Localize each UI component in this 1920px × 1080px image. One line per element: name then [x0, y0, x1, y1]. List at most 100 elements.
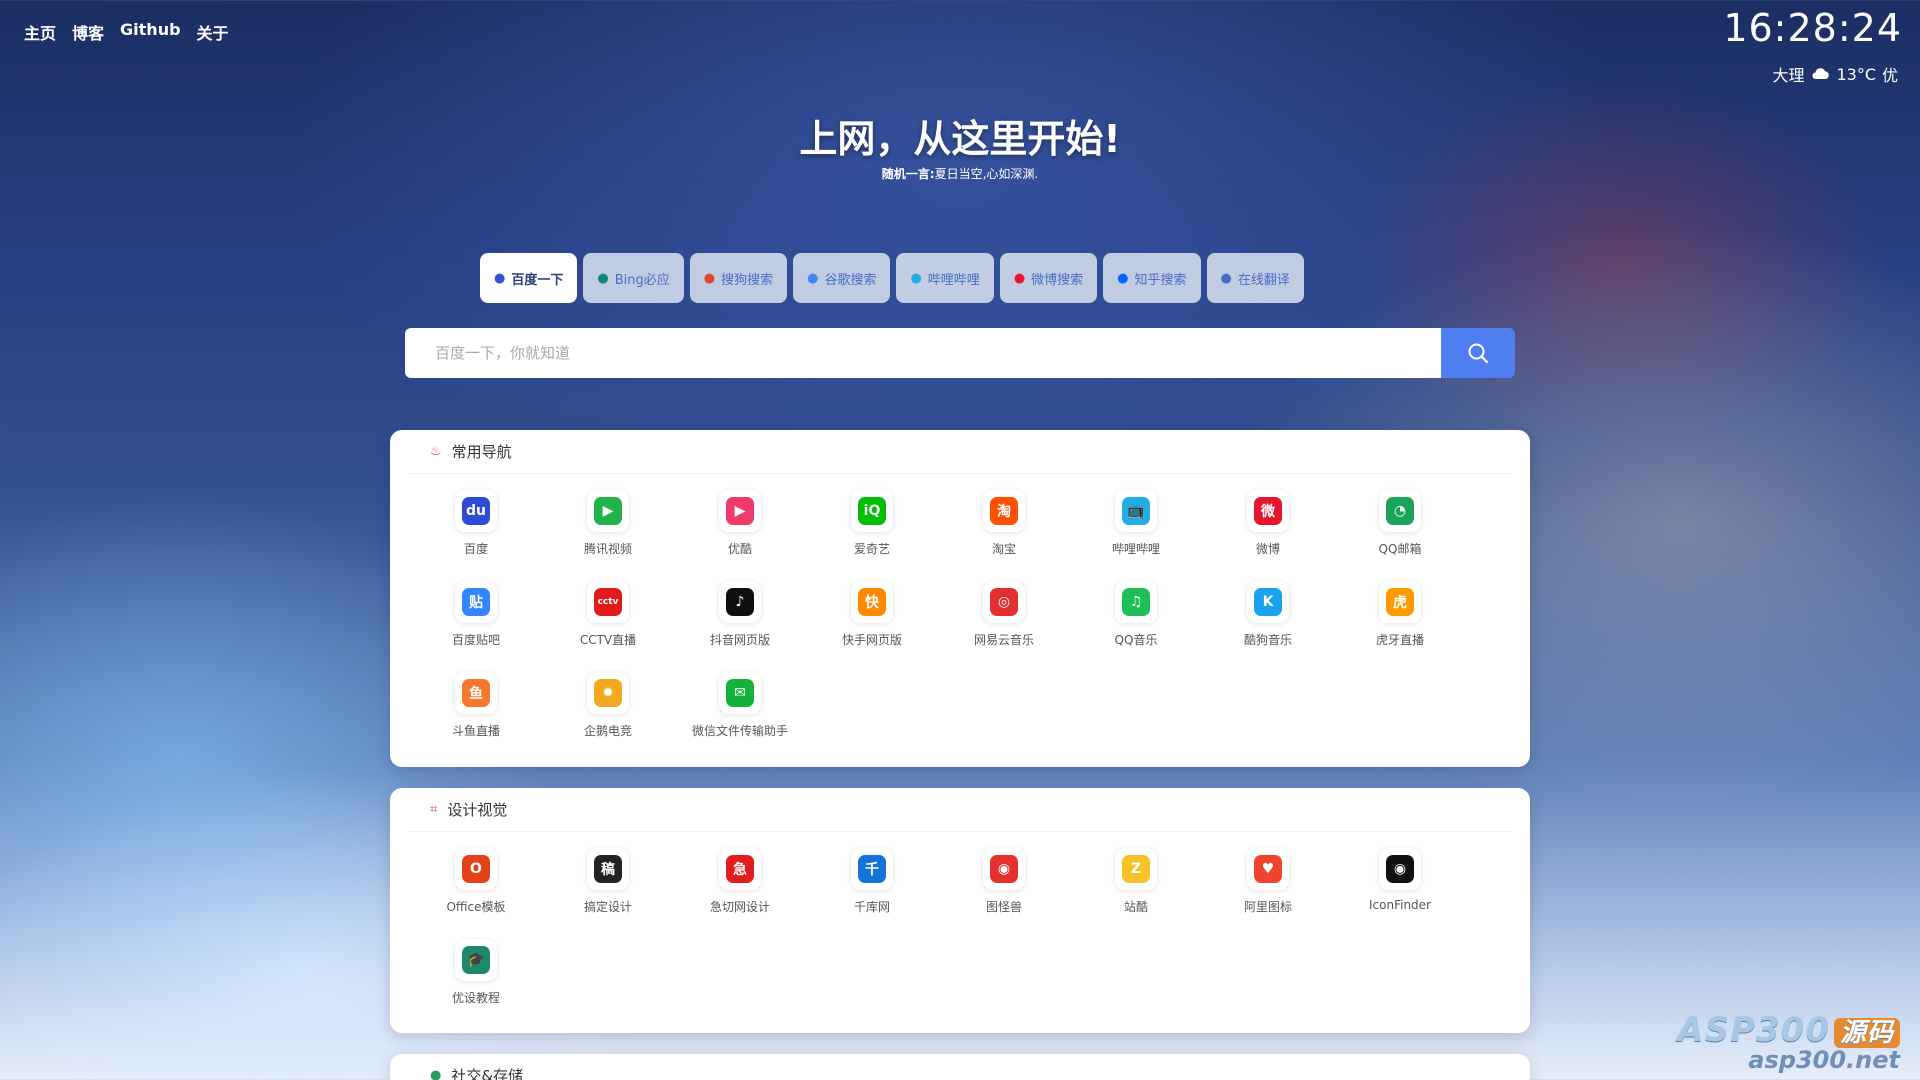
site-link[interactable]: 🎓 优设教程: [410, 933, 542, 1024]
site-label: 酷狗音乐: [1243, 633, 1292, 647]
site-link[interactable]: du 百度: [410, 484, 542, 575]
site-label: 斗鱼直播: [451, 724, 500, 738]
site-link[interactable]: 淘淘宝: [938, 484, 1070, 575]
site-link[interactable]: 千千库网: [806, 842, 938, 933]
youku-icon: ▶: [719, 490, 761, 532]
site-link[interactable]: ♫ QQ音乐: [1070, 575, 1202, 666]
graduation-cap-icon: 🎓: [455, 939, 497, 981]
site-link[interactable]: ◎ 网易云音乐: [938, 575, 1070, 666]
site-link[interactable]: ♪ 抖音网页版: [674, 575, 806, 666]
qq-mail-icon: ◔: [1379, 490, 1421, 532]
site-link[interactable]: 虎虎牙直播: [1334, 575, 1466, 666]
engine-tab-0[interactable]: ● 百度一下: [480, 253, 578, 303]
quote-text: 夏日当空,心如深渊.: [934, 167, 1039, 181]
engine-tab-7[interactable]: ● 在线翻译: [1206, 253, 1304, 303]
site-link[interactable]: 稿搞定设计: [542, 842, 674, 933]
netease-music-icon: ◎: [983, 581, 1025, 623]
bilibili-icon: ●: [910, 270, 922, 286]
site-label: 淘宝: [991, 542, 1016, 556]
cloud-icon: [1812, 68, 1830, 79]
site-label: 爱奇艺: [853, 542, 890, 556]
engine-tab-label: 知乎搜索: [1134, 272, 1187, 288]
engine-tab-label: Bing必应: [614, 272, 670, 288]
site-link[interactable]: ▶ 腾讯视频: [542, 484, 674, 575]
iconfont-icon: ♥: [1247, 848, 1289, 890]
weather-aqi: 优: [1881, 66, 1898, 85]
site-link[interactable]: ▶ 优酷: [674, 484, 806, 575]
section-social-storage: ● 社交&存储: [390, 1054, 1530, 1080]
site-link[interactable]: iQ 爱奇艺: [806, 484, 938, 575]
section-common-nav: ♨ 常用导航 du 百度 ▶ 腾讯视频 ▶ 优酷 iQ 爱奇艺 淘淘宝 📺 哔哩哔哩 微微博 ◔ QQ邮箱贴百…: [390, 430, 1530, 767]
site-label: 优酷: [727, 542, 752, 556]
iqiyi-icon: iQ: [851, 490, 893, 532]
baidu-icon: ●: [494, 270, 506, 286]
section-design: ⌗ 设计视觉 O Office模板稿搞定设计急急切网设计千千库网 ◉ 图怪兽 Z 站酷 ♥ 阿里图…: [390, 788, 1530, 1033]
quote-prefix: 随机一言:: [881, 167, 935, 181]
site-label: 企鹅电竞: [583, 724, 632, 738]
site-link[interactable]: ♥ 阿里图标: [1202, 842, 1334, 933]
site-label: 百度贴吧: [451, 633, 500, 647]
engine-tab-2[interactable]: ● 搜狗搜索: [689, 253, 788, 303]
engine-tab-4[interactable]: ● 哔哩哔哩: [896, 253, 994, 303]
tieba-icon: 贴: [455, 581, 497, 623]
search-button[interactable]: [1441, 328, 1515, 378]
watermark: ASP300 源码 asp300.net: [1677, 1010, 1900, 1074]
engine-tab-label: 在线翻译: [1237, 272, 1290, 288]
qq-music-icon: ♫: [1115, 581, 1157, 623]
search-engine-tabs: ● 百度一下 ● Bing必应 ● 搜狗搜索 ● 谷歌搜索 ● 哔哩哔哩 ● 微博搜索 ● 知乎搜索 ● 在线…: [480, 253, 1304, 303]
site-link[interactable]: cctv CCTV直播: [542, 575, 674, 666]
engine-tab-label: 哔哩哔哩: [927, 272, 980, 288]
site-label: 腾讯视频: [583, 542, 632, 556]
weather-widget: 大理 13°C 优: [1772, 62, 1898, 86]
site-label: 优设教程: [451, 991, 500, 1005]
chat-icon: ●: [430, 1068, 442, 1080]
engine-tab-5[interactable]: ● 微博搜索: [999, 253, 1098, 303]
penguin-esports-icon: ✹: [587, 672, 629, 714]
bilibili-icon: 📺: [1115, 490, 1157, 532]
site-link[interactable]: 急急切网设计: [674, 842, 806, 933]
site-label: 图怪兽: [985, 900, 1022, 914]
site-label: 百度: [463, 542, 488, 556]
site-link[interactable]: Z 站酷: [1070, 842, 1202, 933]
section-title: 设计视觉: [447, 801, 508, 819]
fire-icon: ♨: [430, 444, 442, 459]
jiqie-icon: 急: [719, 848, 761, 890]
nav-blog[interactable]: 博客: [72, 20, 104, 44]
site-link[interactable]: 快快手网页版: [806, 575, 938, 666]
site-link[interactable]: 微微博: [1202, 484, 1334, 575]
weibo-icon: 微: [1247, 490, 1289, 532]
engine-tab-6[interactable]: ● 知乎搜索: [1103, 253, 1201, 303]
site-label: 站酷: [1123, 900, 1148, 914]
818ps-icon: ◉: [983, 848, 1025, 890]
engine-tab-label: 微博搜索: [1031, 272, 1084, 288]
search-icon: [1468, 343, 1489, 364]
site-link[interactable]: ✉ 微信文件传输助手: [674, 666, 806, 757]
clock: 16:28:24: [1723, 6, 1902, 50]
search-input[interactable]: [405, 328, 1441, 378]
zcool-icon: Z: [1115, 848, 1157, 890]
engine-tab-1[interactable]: ● Bing必应: [583, 253, 684, 303]
site-link[interactable]: ◔ QQ邮箱: [1334, 484, 1466, 575]
site-link[interactable]: O Office模板: [410, 842, 542, 933]
nav-about[interactable]: 关于: [197, 20, 229, 44]
site-link[interactable]: 📺 哔哩哔哩: [1070, 484, 1202, 575]
site-link[interactable]: ◉ IconFinder: [1334, 842, 1466, 933]
watermark-brand: ASP300: [1677, 1010, 1830, 1050]
site-link[interactable]: 鱼斗鱼直播: [410, 666, 542, 757]
engine-tab-label: 百度一下: [511, 272, 564, 288]
nav-home[interactable]: 主页: [24, 20, 56, 44]
site-link[interactable]: ◉ 图怪兽: [938, 842, 1070, 933]
site-link[interactable]: K 酷狗音乐: [1202, 575, 1334, 666]
translate-icon: ●: [1220, 270, 1232, 286]
site-link[interactable]: 贴百度贴吧: [410, 575, 542, 666]
top-nav: 主页 博客 Github 关于: [24, 20, 229, 44]
gaoding-icon: 稿: [587, 848, 629, 890]
section-header: ● 社交&存储: [410, 1054, 1510, 1080]
site-label: 哔哩哔哩: [1111, 542, 1160, 556]
site-link[interactable]: ✹ 企鹅电竞: [542, 666, 674, 757]
section-header: ♨ 常用导航: [410, 430, 1510, 474]
kugou-icon: K: [1247, 581, 1289, 623]
weather-temp: 13°C: [1836, 64, 1876, 84]
engine-tab-3[interactable]: ● 谷歌搜索: [793, 253, 891, 303]
nav-github[interactable]: Github: [120, 20, 181, 44]
